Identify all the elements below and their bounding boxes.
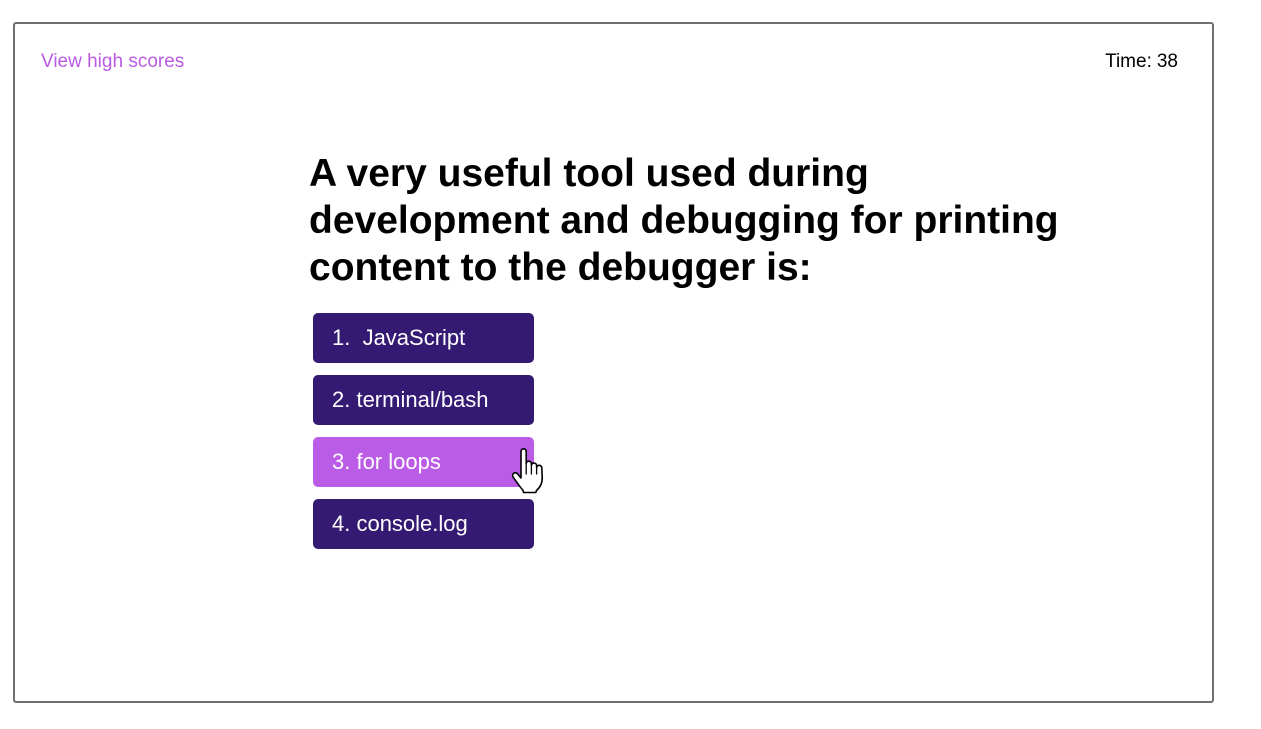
view-high-scores-link[interactable]: View high scores bbox=[41, 51, 184, 73]
question-text: A very useful tool used during developme… bbox=[309, 152, 1059, 289]
answer-item: 3. for loops bbox=[313, 437, 1109, 487]
answer-list: 1. JavaScript 2. terminal/bash 3. for lo… bbox=[313, 313, 1109, 549]
answer-button-2[interactable]: 2. terminal/bash bbox=[313, 375, 534, 425]
answer-item: 4. console.log bbox=[313, 499, 1109, 549]
answer-item: 1. JavaScript bbox=[313, 313, 1109, 363]
answer-button-3[interactable]: 3. for loops bbox=[313, 437, 534, 487]
app-window: View high scores Time: 38 A very useful t… bbox=[13, 22, 1214, 703]
timer-label: Time: bbox=[1105, 51, 1152, 72]
timer: Time: 38 bbox=[1105, 51, 1178, 73]
quiz-card: A very useful tool used during developme… bbox=[309, 150, 1109, 561]
answer-button-1[interactable]: 1. JavaScript bbox=[313, 313, 534, 363]
timer-value: 38 bbox=[1156, 51, 1178, 72]
answer-button-4[interactable]: 4. console.log bbox=[313, 499, 534, 549]
answer-item: 2. terminal/bash bbox=[313, 375, 1109, 425]
